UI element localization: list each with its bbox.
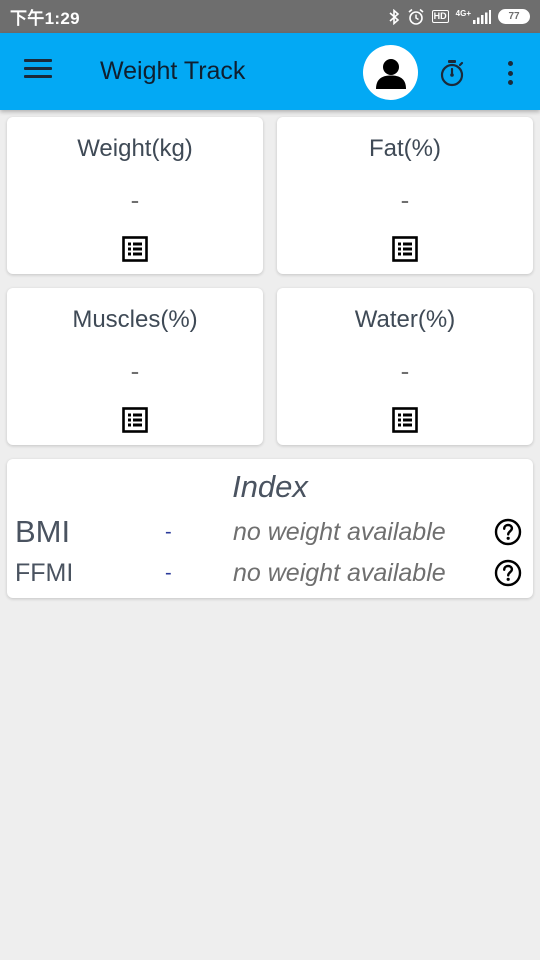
help-circle-icon[interactable] (494, 559, 522, 587)
status-icons: HD 4G+ 77 (388, 8, 530, 26)
metric-title: Weight(kg) (77, 135, 193, 162)
metric-value: - (130, 185, 140, 215)
metric-value: - (130, 356, 140, 386)
list-icon[interactable] (392, 236, 418, 262)
signal-indicator: 4G+ (455, 8, 491, 24)
bmi-row: BMI - no weight available (7, 514, 533, 554)
more-vert-icon[interactable] (498, 59, 522, 87)
muscles-card[interactable]: Muscles(%) - (7, 288, 263, 445)
help-circle-icon[interactable] (494, 518, 522, 546)
hd-badge: HD (431, 10, 449, 23)
list-icon[interactable] (392, 407, 418, 433)
weight-card[interactable]: Weight(kg) - (7, 117, 263, 274)
stopwatch-icon[interactable] (439, 59, 465, 87)
bmi-label: BMI (15, 514, 71, 549)
metric-value: - (400, 185, 410, 215)
list-icon[interactable] (122, 236, 148, 262)
app-title: Weight Track (100, 57, 246, 85)
status-time: 下午1:29 (10, 9, 80, 28)
profile-button[interactable] (363, 45, 418, 100)
metric-title: Fat(%) (369, 135, 441, 162)
bluetooth-icon (389, 8, 399, 25)
ffmi-row: FFMI - no weight available (7, 556, 533, 596)
ffmi-note: no weight available (233, 559, 446, 587)
person-icon (375, 58, 406, 89)
metric-title: Muscles(%) (72, 306, 198, 333)
app-bar: Weight Track (0, 33, 540, 110)
ffmi-value: - (165, 562, 172, 584)
index-card: Index BMI - no weight available FFMI - n… (7, 459, 533, 598)
list-icon[interactable] (122, 407, 148, 433)
network-type: 4G+ (455, 8, 471, 18)
hamburger-menu-icon[interactable] (24, 59, 52, 81)
alarm-icon (408, 8, 424, 25)
water-card[interactable]: Water(%) - (277, 288, 533, 445)
status-bar: 下午1:29 HD 4G+ 77 (0, 0, 540, 33)
bmi-note: no weight available (233, 518, 446, 546)
ffmi-label: FFMI (15, 559, 74, 587)
metric-value: - (400, 356, 410, 386)
battery-level: 77 (508, 11, 520, 22)
battery-icon: 77 (498, 9, 530, 24)
index-title: Index (232, 469, 308, 504)
bmi-value: - (165, 521, 172, 543)
signal-icon (473, 9, 491, 24)
metric-title: Water(%) (354, 306, 456, 333)
fat-card[interactable]: Fat(%) - (277, 117, 533, 274)
